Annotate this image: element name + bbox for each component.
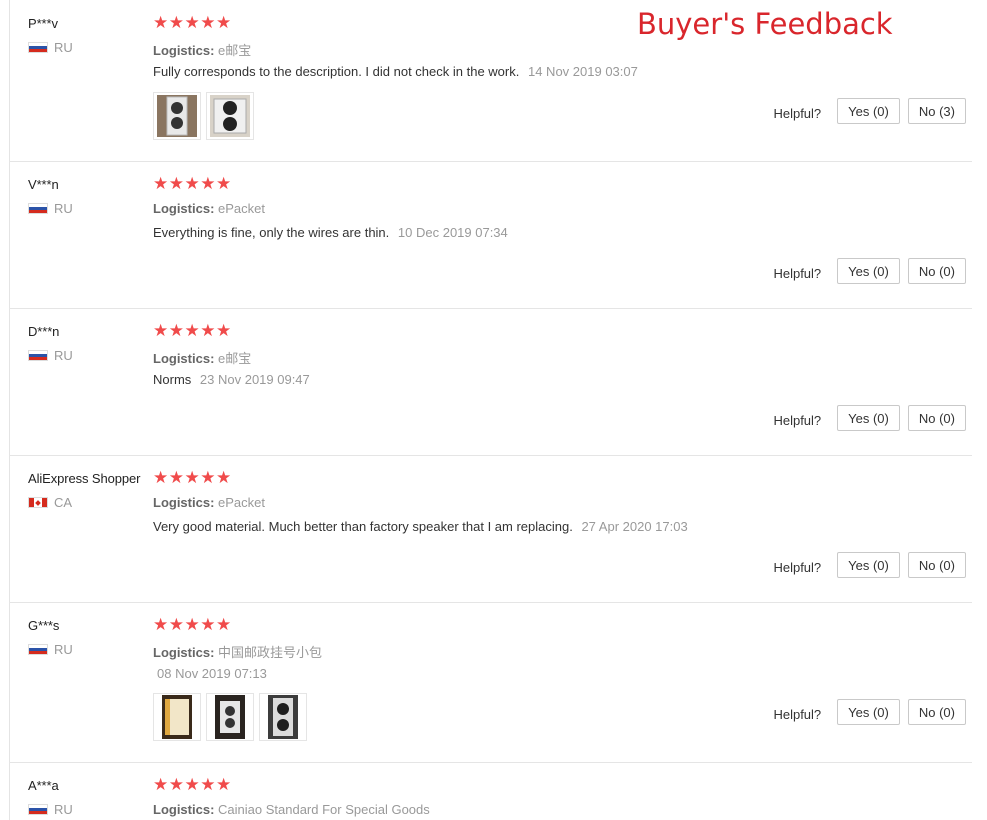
review-item: D***n RU ★★★★★ Logistics: e邮宝 Norms 23 N… bbox=[9, 308, 972, 456]
review-item: G***s RU ★★★★★ Logistics: 中国邮政挂号小包 08 No… bbox=[9, 602, 972, 763]
logistics-label: Logistics: bbox=[153, 802, 215, 817]
reviewer-name: A***a bbox=[28, 778, 59, 793]
country-code: RU bbox=[54, 348, 73, 363]
logistics-label: Logistics: bbox=[153, 351, 215, 366]
review-photo-thumbnail[interactable] bbox=[206, 693, 254, 741]
helpful-label: Helpful? bbox=[773, 105, 822, 121]
reviewer-country: CA bbox=[28, 495, 72, 510]
review-comment: Fully corresponds to the description. I … bbox=[153, 64, 638, 79]
helpful-controls: Helpful? Yes (0) No (0) bbox=[773, 552, 966, 578]
package-photo-icon bbox=[162, 695, 192, 739]
review-item: V***n RU ★★★★★ Logistics: ePacket Everyt… bbox=[9, 161, 972, 309]
review-comment: Very good material. Much better than fac… bbox=[153, 519, 688, 534]
logistics-value: e邮宝 bbox=[218, 351, 252, 366]
review-date: 08 Nov 2019 07:13 bbox=[157, 666, 267, 681]
helpful-yes-button[interactable]: Yes (0) bbox=[837, 699, 900, 725]
review-item: P***v RU ★★★★★ Logistics: e邮宝 Fully corr… bbox=[9, 0, 972, 162]
logistics-value: e邮宝 bbox=[218, 43, 252, 58]
helpful-no-button[interactable]: No (0) bbox=[907, 699, 966, 725]
logistics-label: Logistics: bbox=[153, 201, 215, 216]
helpful-no-button[interactable]: No (0) bbox=[907, 405, 966, 431]
review-photo-thumbnail[interactable] bbox=[153, 92, 201, 140]
reviewer-name: V***n bbox=[28, 177, 59, 192]
speaker-photo-icon bbox=[215, 695, 245, 739]
review-comment: Everything is fine, only the wires are t… bbox=[153, 225, 508, 240]
comment-text: Norms bbox=[153, 372, 192, 387]
logistics-value: Cainiao Standard For Special Goods bbox=[218, 802, 430, 817]
star-rating: ★★★★★ bbox=[153, 13, 232, 32]
russia-flag-icon bbox=[28, 350, 48, 361]
helpful-yes-button[interactable]: Yes (0) bbox=[837, 552, 900, 578]
reviewer-country: RU bbox=[28, 348, 73, 363]
reviewer-name: D***n bbox=[28, 324, 60, 339]
logistics-value: ePacket bbox=[218, 201, 266, 216]
speaker-photo-icon bbox=[268, 695, 298, 739]
helpful-no-button[interactable]: No (0) bbox=[907, 552, 966, 578]
review-date: 14 Nov 2019 03:07 bbox=[527, 64, 638, 79]
comment-text: Everything is fine, only the wires are t… bbox=[153, 225, 390, 240]
review-item: A***a RU ★★★★★ Logistics: Cainiao Standa… bbox=[9, 762, 972, 820]
helpful-controls: Helpful? Yes (0) No (3) bbox=[773, 98, 966, 124]
reviewer-country: RU bbox=[28, 642, 73, 657]
logistics-label: Logistics: bbox=[153, 43, 215, 58]
reviewer-country: RU bbox=[28, 201, 73, 216]
star-rating: ★★★★★ bbox=[153, 174, 232, 193]
logistics-info: Logistics: Cainiao Standard For Special … bbox=[153, 802, 430, 817]
review-date: 27 Apr 2020 17:03 bbox=[581, 519, 688, 534]
speaker-photo-icon bbox=[210, 95, 250, 137]
canada-flag-icon bbox=[28, 497, 48, 508]
star-rating: ★★★★★ bbox=[153, 321, 232, 340]
reviewer-name: G***s bbox=[28, 618, 60, 633]
review-photo-thumbnail[interactable] bbox=[153, 693, 201, 741]
helpful-controls: Helpful? Yes (0) No (0) bbox=[773, 258, 966, 284]
reviewer-country: RU bbox=[28, 802, 73, 817]
review-item: AliExpress Shopper CA ★★★★★ Logistics: e… bbox=[9, 455, 972, 603]
review-photos bbox=[153, 693, 307, 741]
logistics-info: Logistics: 中国邮政挂号小包 bbox=[153, 642, 322, 661]
helpful-controls: Helpful? Yes (0) No (0) bbox=[773, 405, 966, 431]
logistics-label: Logistics: bbox=[153, 495, 215, 510]
review-photo-thumbnail[interactable] bbox=[259, 693, 307, 741]
country-code: CA bbox=[54, 495, 73, 510]
logistics-value: ePacket bbox=[218, 495, 266, 510]
helpful-label: Helpful? bbox=[773, 706, 822, 722]
reviewer-name: AliExpress Shopper bbox=[28, 471, 141, 486]
russia-flag-icon bbox=[28, 203, 48, 214]
helpful-label: Helpful? bbox=[773, 412, 822, 428]
country-code: RU bbox=[54, 642, 73, 657]
comment-text: Fully corresponds to the description. I … bbox=[153, 64, 520, 79]
speaker-photo-icon bbox=[157, 95, 197, 137]
logistics-label: Logistics: bbox=[153, 645, 215, 660]
reviewer-name: P***v bbox=[28, 16, 58, 31]
review-date: 10 Dec 2019 07:34 bbox=[397, 225, 508, 240]
review-date: 23 Nov 2019 09:47 bbox=[199, 372, 310, 387]
helpful-no-button[interactable]: No (0) bbox=[907, 258, 966, 284]
reviewer-country: RU bbox=[28, 40, 73, 55]
helpful-yes-button[interactable]: Yes (0) bbox=[837, 405, 900, 431]
logistics-info: Logistics: ePacket bbox=[153, 201, 265, 216]
logistics-info: Logistics: e邮宝 bbox=[153, 40, 251, 59]
russia-flag-icon bbox=[28, 42, 48, 53]
helpful-label: Helpful? bbox=[773, 559, 822, 575]
country-code: RU bbox=[54, 802, 73, 817]
helpful-yes-button[interactable]: Yes (0) bbox=[837, 98, 900, 124]
helpful-label: Helpful? bbox=[773, 265, 822, 281]
logistics-info: Logistics: ePacket bbox=[153, 495, 265, 510]
helpful-yes-button[interactable]: Yes (0) bbox=[837, 258, 900, 284]
review-photos bbox=[153, 92, 254, 140]
russia-flag-icon bbox=[28, 644, 48, 655]
helpful-no-button[interactable]: No (3) bbox=[907, 98, 966, 124]
review-comment: Norms 23 Nov 2019 09:47 bbox=[153, 372, 310, 387]
star-rating: ★★★★★ bbox=[153, 615, 232, 634]
country-code: RU bbox=[54, 201, 73, 216]
comment-text: Very good material. Much better than fac… bbox=[153, 519, 573, 534]
star-rating: ★★★★★ bbox=[153, 468, 232, 487]
helpful-controls: Helpful? Yes (0) No (0) bbox=[773, 699, 966, 725]
logistics-info: Logistics: e邮宝 bbox=[153, 348, 251, 367]
country-code: RU bbox=[54, 40, 73, 55]
logistics-value: 中国邮政挂号小包 bbox=[218, 645, 323, 660]
russia-flag-icon bbox=[28, 804, 48, 815]
review-photo-thumbnail[interactable] bbox=[206, 92, 254, 140]
star-rating: ★★★★★ bbox=[153, 775, 232, 794]
